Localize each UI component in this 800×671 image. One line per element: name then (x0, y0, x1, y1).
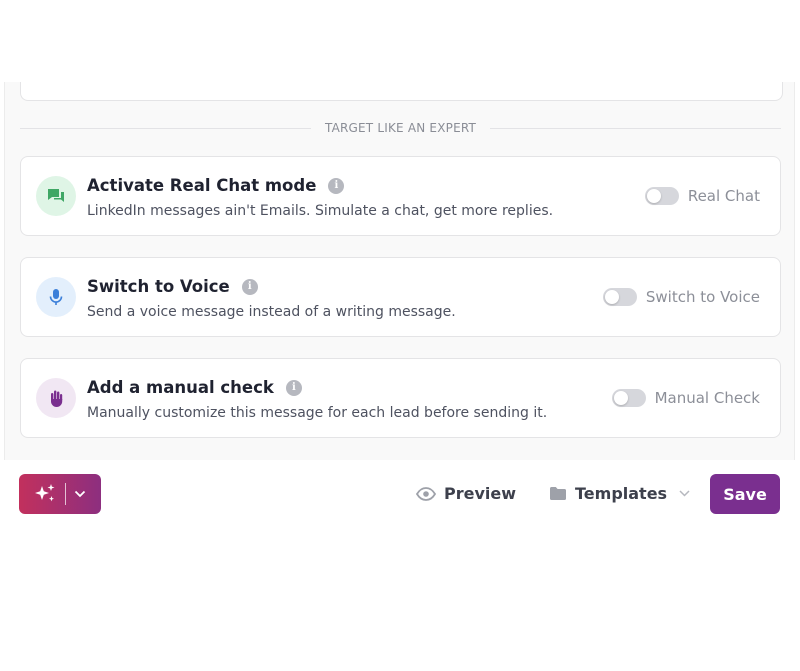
toggle-knob (604, 290, 619, 304)
manual-check-toggle[interactable] (611, 389, 646, 407)
chevron-down-icon (679, 490, 690, 497)
card-description: Manually customize this message for each… (87, 405, 548, 421)
section-divider-label: TARGET LIKE AN EXPERT (324, 121, 477, 135)
voice-card: Switch to Voice i Send a voice message i… (20, 257, 781, 337)
button-separator (65, 483, 66, 505)
hand-icon (36, 378, 76, 418)
chat-bubbles-icon (36, 176, 76, 216)
folder-icon (549, 486, 567, 501)
manual-check-card: Add a manual check i Manually customize … (20, 358, 781, 438)
card-title: Add a manual check (87, 378, 274, 397)
card-title: Switch to Voice (87, 277, 230, 296)
info-icon[interactable]: i (285, 379, 302, 396)
section-divider: TARGET LIKE AN EXPERT (20, 120, 782, 136)
manual-check-toggle-group: Manual Check (611, 388, 760, 408)
preview-label: Preview (444, 484, 517, 503)
toggle-label: Manual Check (654, 389, 760, 407)
manual-check-title-row: Add a manual check i (87, 378, 302, 397)
real-chat-toggle[interactable] (644, 187, 679, 205)
previous-card (20, 82, 783, 101)
toggle-label: Real Chat (687, 187, 760, 205)
real-chat-card: Activate Real Chat mode i LinkedIn messa… (20, 156, 781, 236)
divider-line-left (20, 127, 311, 129)
chevron-down-icon[interactable] (74, 490, 86, 498)
card-description: LinkedIn messages ain't Emails. Simulate… (87, 203, 554, 219)
real-chat-title-row: Activate Real Chat mode i (87, 176, 345, 195)
templates-dropdown[interactable]: Templates (549, 484, 690, 503)
info-icon[interactable]: i (241, 278, 258, 295)
voice-toggle-group: Switch to Voice (602, 287, 760, 307)
editor-footer: Preview Templates Save (4, 460, 795, 526)
save-button[interactable]: Save (710, 474, 780, 514)
ai-assist-button[interactable] (19, 474, 101, 514)
toggle-knob (613, 391, 628, 405)
templates-label: Templates (575, 484, 668, 503)
toggle-knob (646, 189, 661, 203)
voice-toggle[interactable] (602, 288, 637, 306)
card-description: Send a voice message instead of a writin… (87, 304, 456, 320)
card-title: Activate Real Chat mode (87, 176, 317, 195)
microphone-icon (36, 277, 76, 317)
voice-title-row: Switch to Voice i (87, 277, 258, 296)
divider-line-right (490, 127, 782, 129)
real-chat-toggle-group: Real Chat (644, 186, 760, 206)
eye-icon (416, 486, 436, 501)
preview-button[interactable]: Preview (416, 484, 516, 503)
sparkles-icon (33, 483, 57, 505)
info-icon[interactable]: i (328, 177, 345, 194)
toggle-label: Switch to Voice (645, 288, 760, 306)
